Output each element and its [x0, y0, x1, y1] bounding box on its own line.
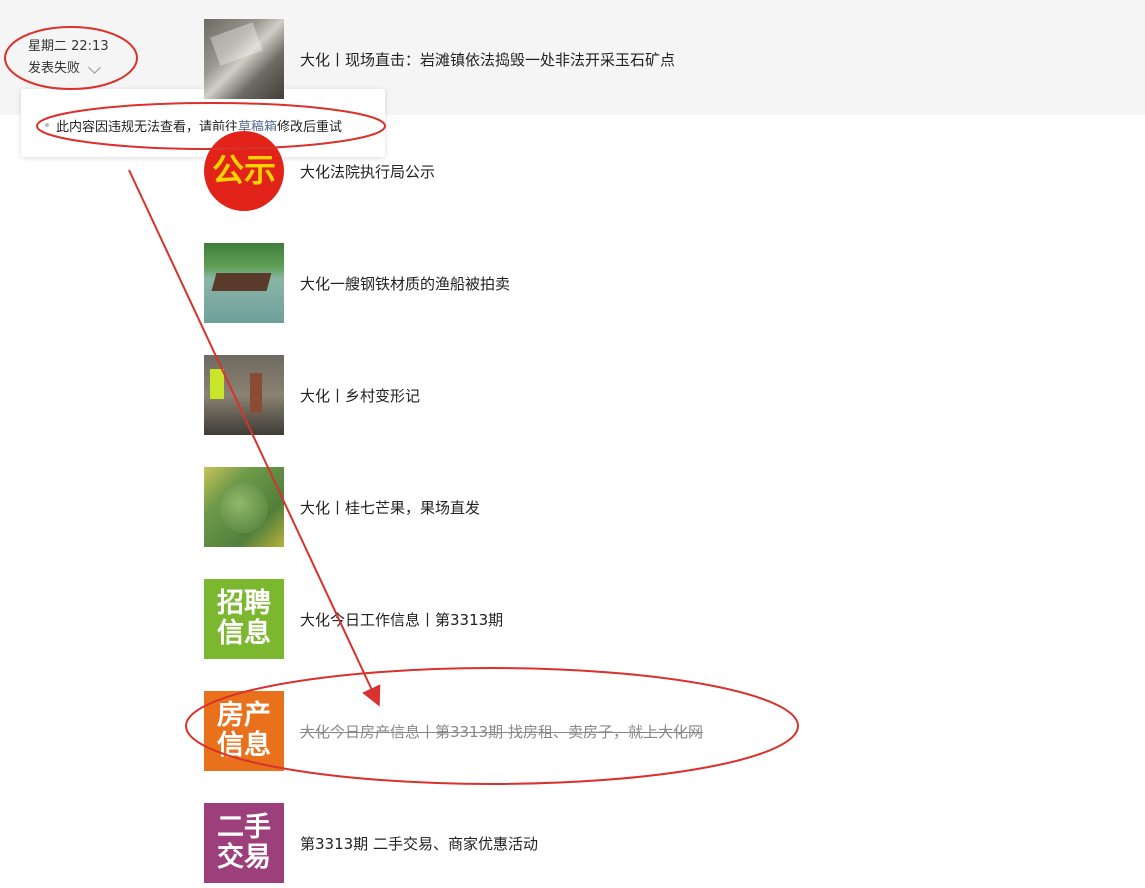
post-meta: 星期二 22:13 发表失败	[28, 36, 109, 80]
tile-line-2: 信息	[217, 730, 271, 761]
article-item[interactable]: 大化丨现场直击：岩滩镇依法捣毁一处非法开采玉石矿点	[204, 19, 904, 99]
boat-photo-thumbnail	[204, 243, 284, 323]
recruit-tile-thumbnail: 招聘 信息	[204, 579, 284, 659]
article-title: 大化丨桂七芒果，果场直发	[300, 498, 481, 517]
article-title: 大化法院执行局公示	[300, 162, 436, 181]
article-title-struck: 大化今日房产信息丨第3313期 找房租、卖房子，就上大化网	[300, 722, 703, 741]
tile-line-1: 房产	[217, 700, 271, 731]
gongshi-badge-thumbnail: 公示	[204, 131, 284, 211]
publish-status-dropdown[interactable]: 发表失败	[28, 58, 109, 80]
article-item[interactable]: 招聘 信息 大化今日工作信息丨第3313期	[204, 579, 904, 659]
publish-status-label: 发表失败	[28, 61, 81, 76]
article-title: 大化丨现场直击：岩滩镇依法捣毁一处非法开采玉石矿点	[300, 50, 676, 69]
tile-line-2: 信息	[217, 618, 271, 649]
bullet-dot	[45, 123, 49, 127]
chevron-down-icon	[88, 60, 101, 74]
article-title: 第3313期 二手交易、商家优惠活动	[300, 834, 538, 853]
mango-photo-thumbnail	[204, 467, 284, 547]
article-item[interactable]: 大化丨桂七芒果，果场直发	[204, 467, 904, 547]
tile-line-1: 招聘	[217, 588, 271, 619]
tile-line-2: 交易	[217, 842, 271, 873]
article-item[interactable]: 大化一艘钢铁材质的渔船被拍卖	[204, 243, 904, 323]
article-title: 大化今日工作信息丨第3313期	[300, 610, 504, 629]
article-item-failed[interactable]: 房产 信息 大化今日房产信息丨第3313期 找房租、卖房子，就上大化网	[204, 691, 904, 771]
tile-line-1: 二手	[217, 812, 271, 843]
rocks-photo-thumbnail	[204, 19, 284, 99]
article-title: 大化一艘钢铁材质的渔船被拍卖	[300, 274, 511, 293]
article-item[interactable]: 公示 大化法院执行局公示	[204, 131, 904, 211]
secondhand-tile-thumbnail: 二手 交易	[204, 803, 284, 883]
post-timestamp: 星期二 22:13	[28, 39, 109, 54]
article-item[interactable]: 大化丨乡村变形记	[204, 355, 904, 435]
village-photo-thumbnail	[204, 355, 284, 435]
gongshi-text: 公示	[211, 151, 276, 189]
article-item[interactable]: 二手 交易 第3313期 二手交易、商家优惠活动	[204, 803, 904, 883]
article-title: 大化丨乡村变形记	[300, 386, 421, 405]
property-tile-thumbnail: 房产 信息	[204, 691, 284, 771]
